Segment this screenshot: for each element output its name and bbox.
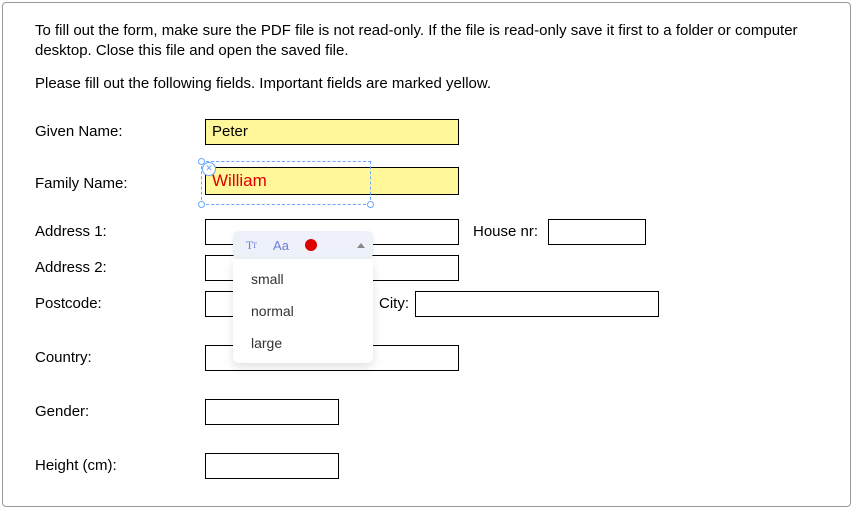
row-postcode-city: Postcode: City:: [35, 290, 818, 318]
input-city[interactable]: [415, 291, 659, 317]
input-height[interactable]: [205, 453, 339, 479]
label-city: City:: [379, 295, 409, 312]
label-gender: Gender:: [35, 403, 205, 420]
row-address-2: Address 2:: [35, 254, 818, 282]
input-family-name[interactable]: [212, 171, 362, 191]
font-family-icon[interactable]: TT: [241, 235, 261, 255]
input-gender[interactable]: [205, 399, 339, 425]
row-family-name: Family Name: ✕: [35, 166, 818, 202]
form-frame: To fill out the form, make sure the PDF …: [2, 2, 851, 507]
label-given-name: Given Name:: [35, 123, 205, 140]
label-family-name: Family Name:: [35, 175, 205, 192]
input-given-name[interactable]: [205, 119, 459, 145]
instructions-line-1: To fill out the form, make sure the PDF …: [35, 21, 818, 62]
label-height: Height (cm):: [35, 457, 205, 474]
label-address-1: Address 1:: [35, 223, 205, 240]
input-family-name-bg: [205, 167, 459, 195]
row-gender: Gender:: [35, 394, 818, 430]
color-swatch-icon[interactable]: [301, 235, 321, 255]
input-house-nr[interactable]: [548, 219, 646, 245]
resize-handle-se[interactable]: [367, 201, 374, 208]
text-toolbar: TT Aa: [233, 231, 373, 259]
option-large[interactable]: large: [233, 327, 373, 359]
caret-up-icon[interactable]: [357, 243, 365, 248]
row-country: Country:: [35, 340, 818, 376]
option-small[interactable]: small: [233, 263, 373, 295]
font-size-icon[interactable]: Aa: [271, 235, 291, 255]
instructions-line-2: Please fill out the following fields. Im…: [35, 74, 818, 94]
label-country: Country:: [35, 349, 205, 366]
label-postcode: Postcode:: [35, 295, 205, 312]
family-name-cell: ✕: [205, 167, 459, 201]
resize-handle-nw[interactable]: [198, 158, 205, 165]
row-given-name: Given Name:: [35, 114, 818, 150]
resize-handle-sw[interactable]: [198, 201, 205, 208]
label-house-nr: House nr:: [473, 223, 538, 240]
instructions: To fill out the form, make sure the PDF …: [35, 21, 818, 94]
font-size-dropdown: small normal large: [233, 259, 373, 363]
form-body: Given Name: Family Name: ✕ Address 1:: [35, 114, 818, 484]
option-normal[interactable]: normal: [233, 295, 373, 327]
row-address-1: Address 1: House nr:: [35, 218, 818, 246]
label-address-2: Address 2:: [35, 259, 205, 276]
row-height: Height (cm):: [35, 448, 818, 484]
